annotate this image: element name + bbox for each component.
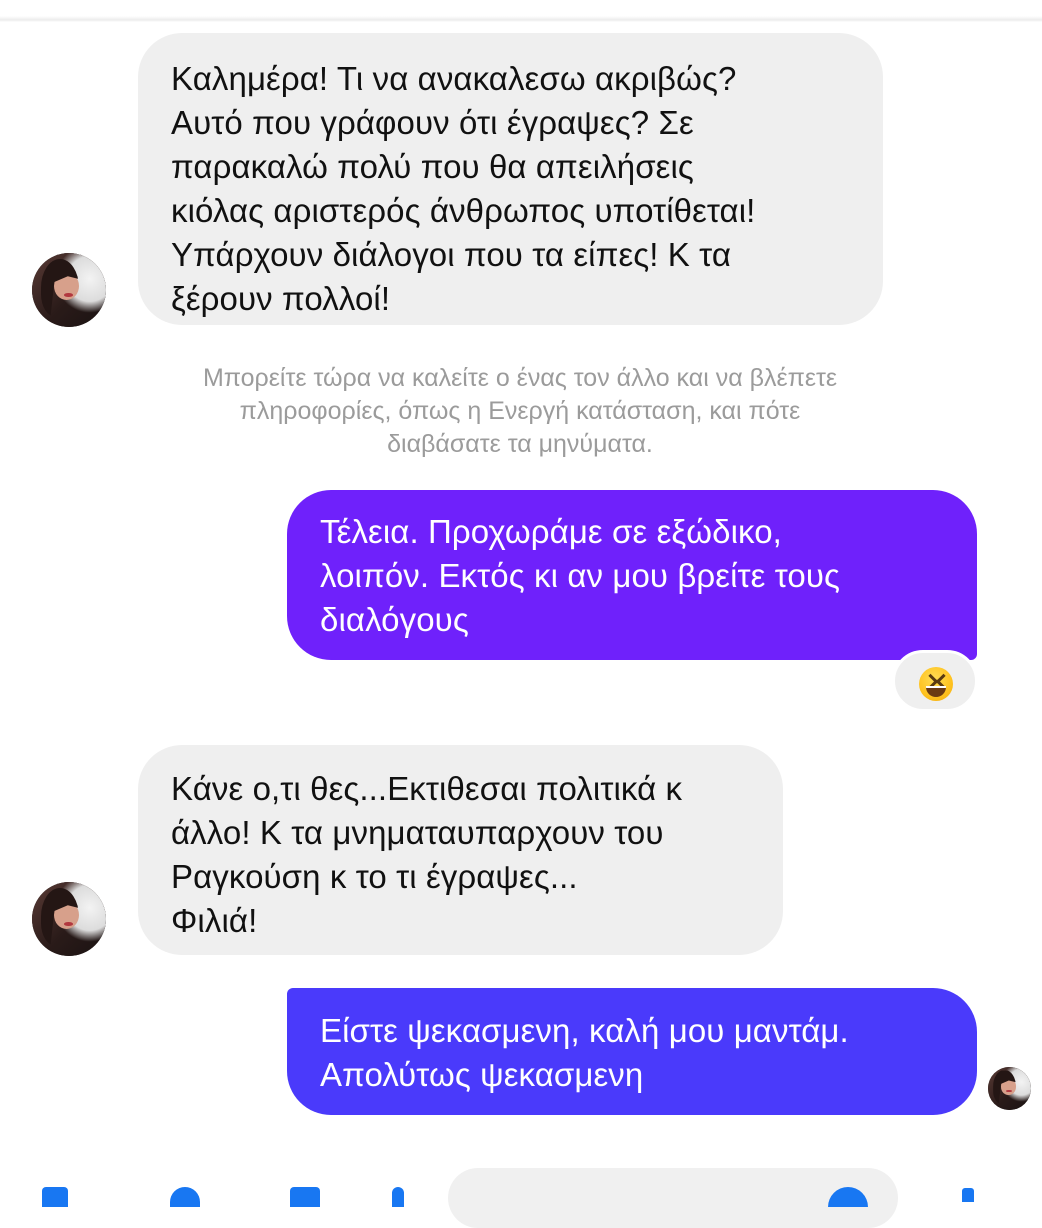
message-reaction[interactable]: [892, 650, 978, 712]
incoming-message-bubble[interactable]: Καλημέρα! Τι να ανακαλεσω ακριβώς? Αυτό …: [138, 33, 883, 325]
outgoing-message-bubble[interactable]: Τέλεια. Προχωράμε σε εξώδικο, λοιπόν. Εκ…: [287, 490, 977, 660]
gallery-icon[interactable]: [290, 1187, 320, 1207]
read-receipt-avatar: [988, 1067, 1031, 1110]
chat-info-notice: Μπορείτε τώρα να καλείτε ο ένας τον άλλο…: [202, 364, 838, 458]
menu-icon[interactable]: [42, 1187, 68, 1207]
contact-avatar[interactable]: [32, 882, 106, 956]
outgoing-message-bubble[interactable]: Είστε ψεκασμενη, καλή μου μαντάμ. Απολύτ…: [287, 988, 977, 1115]
contact-avatar[interactable]: [32, 253, 106, 327]
microphone-icon[interactable]: [392, 1187, 404, 1207]
grinning-squinting-face-icon: [919, 667, 953, 701]
camera-icon[interactable]: [170, 1187, 200, 1207]
incoming-message-bubble[interactable]: Κάνε ο,τι θες...Εκτιθεσαι πολιτικά κ άλλ…: [138, 745, 783, 955]
top-bar-shadow: [0, 0, 1042, 22]
